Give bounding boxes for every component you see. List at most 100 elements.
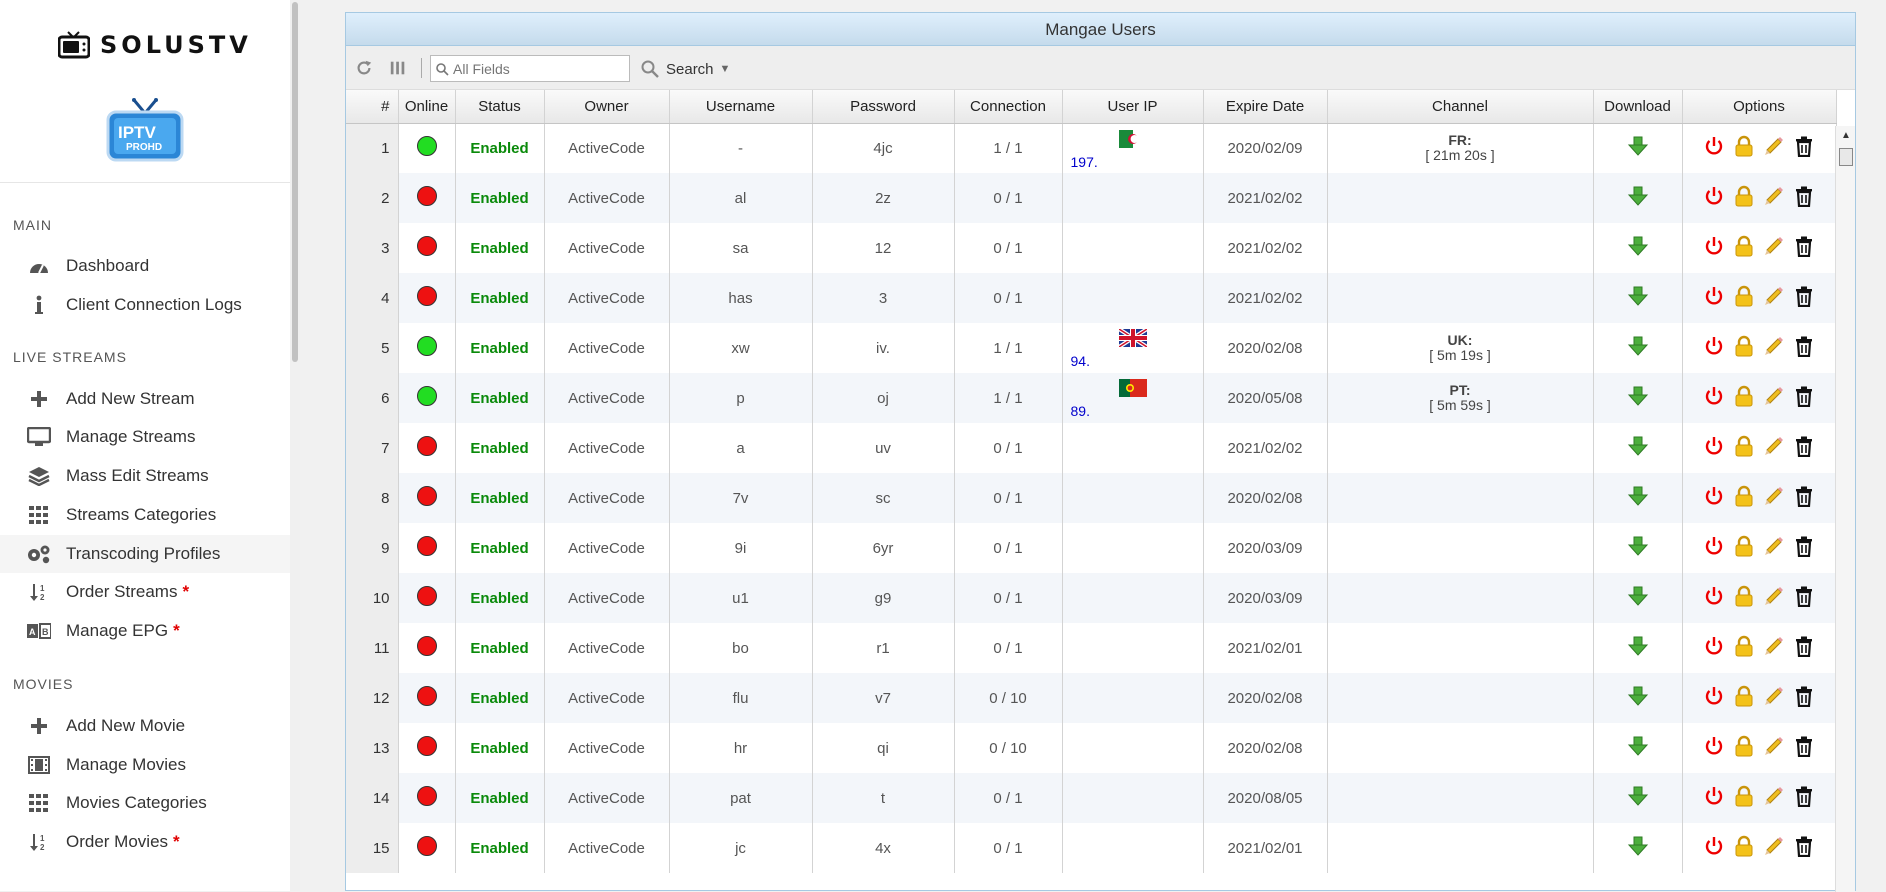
refresh-icon[interactable] [354,59,374,77]
sidebar-item-streams-categories[interactable]: Streams Categories [0,496,300,534]
pencil-icon[interactable] [1763,185,1785,211]
download-icon[interactable] [1627,486,1649,510]
table-row[interactable]: 3 Enabled ActiveCode sa 12 0 / 1 2021/02/02 [346,223,1837,273]
trash-icon[interactable] [1793,135,1815,161]
pencil-icon[interactable] [1763,735,1785,761]
search-input[interactable] [453,60,623,77]
table-row[interactable]: 13 Enabled ActiveCode hr qi 0 / 10 2020/02/08 [346,723,1837,773]
trash-icon[interactable] [1793,435,1815,461]
pencil-icon[interactable] [1763,285,1785,311]
power-icon[interactable] [1703,835,1725,861]
power-icon[interactable] [1703,385,1725,411]
column-header-username[interactable]: Username [669,90,813,124]
lock-icon[interactable] [1733,685,1755,711]
trash-icon[interactable] [1793,785,1815,811]
lock-icon[interactable] [1733,835,1755,861]
pencil-icon[interactable] [1763,535,1785,561]
pencil-icon[interactable] [1763,585,1785,611]
table-row[interactable]: 1 Enabled ActiveCode - 4jc 1 / 1 197. 2020/02/0… [346,123,1837,173]
power-icon[interactable] [1703,635,1725,661]
trash-icon[interactable] [1793,485,1815,511]
pencil-icon[interactable] [1763,235,1785,261]
sidebar-item-client-connection-logs[interactable]: Client Connection Logs [0,286,300,324]
user-ip-link[interactable]: 197. [1071,154,1098,170]
power-icon[interactable] [1703,535,1725,561]
sidebar-item-transcoding-profiles[interactable]: Transcoding Profiles [0,535,300,573]
pencil-icon[interactable] [1763,785,1785,811]
user-ip-link[interactable]: 89. [1071,403,1090,419]
trash-icon[interactable] [1793,335,1815,361]
trash-icon[interactable] [1793,635,1815,661]
power-icon[interactable] [1703,785,1725,811]
lock-icon[interactable] [1733,335,1755,361]
column-header-user-ip[interactable]: User IP [1062,90,1204,124]
download-icon[interactable] [1627,836,1649,860]
column-header-connection[interactable]: Connection [954,90,1063,124]
sidebar-item-add-new-stream[interactable]: Add New Stream [0,380,300,418]
sidebar-item-order-streams[interactable]: 1 2 Order Streams * [0,573,300,611]
table-row[interactable]: 4 Enabled ActiveCode has 3 0 / 1 2021/02/02 [346,273,1837,323]
download-icon[interactable] [1627,186,1649,210]
table-row[interactable]: 9 Enabled ActiveCode 9i 6yr 0 / 1 2020/03/09 [346,523,1837,573]
power-icon[interactable] [1703,435,1725,461]
power-icon[interactable] [1703,585,1725,611]
sidebar-item-dashboard[interactable]: Dashboard [0,247,300,285]
column-header-online[interactable]: Online [398,90,456,124]
brand[interactable]: SOLUSTV [58,28,252,62]
scroll-up-icon[interactable]: ▲ [1841,130,1851,141]
power-icon[interactable] [1703,735,1725,761]
table-row[interactable]: 10 Enabled ActiveCode u1 g9 0 / 1 2020/03/09 [346,573,1837,623]
pencil-icon[interactable] [1763,435,1785,461]
table-row[interactable]: 5 Enabled ActiveCode xw iv. 1 / 1 94. 2020/02/0… [346,323,1837,373]
sidebar-scrollbar[interactable] [290,0,300,891]
pencil-icon[interactable] [1763,685,1785,711]
download-icon[interactable] [1627,786,1649,810]
sidebar-item-add-new-movie[interactable]: Add New Movie [0,707,300,745]
lock-icon[interactable] [1733,735,1755,761]
table-scrollbar[interactable]: ▲ [1835,126,1855,892]
table-row[interactable]: 14 Enabled ActiveCode pat t 0 / 1 2020/08/05 [346,773,1837,823]
sidebar-item-manage-streams[interactable]: Manage Streams [0,418,300,456]
lock-icon[interactable] [1733,535,1755,561]
column-header-number[interactable]: # [346,90,399,124]
search-button[interactable]: Search ▼ [640,58,730,80]
lock-icon[interactable] [1733,435,1755,461]
trash-icon[interactable] [1793,685,1815,711]
pencil-icon[interactable] [1763,135,1785,161]
lock-icon[interactable] [1733,485,1755,511]
pencil-icon[interactable] [1763,485,1785,511]
power-icon[interactable] [1703,185,1725,211]
table-row[interactable]: 6 Enabled ActiveCode p oj 1 / 1 89. 2020/05/08 P… [346,373,1837,423]
download-icon[interactable] [1627,136,1649,160]
table-row[interactable]: 2 Enabled ActiveCode al 2z 0 / 1 2021/02/02 [346,173,1837,223]
trash-icon[interactable] [1793,385,1815,411]
user-ip-link[interactable]: 94. [1071,353,1090,369]
download-icon[interactable] [1627,536,1649,560]
table-row[interactable]: 11 Enabled ActiveCode bo r1 0 / 1 2021/02/01 [346,623,1837,673]
pencil-icon[interactable] [1763,385,1785,411]
column-header-status[interactable]: Status [455,90,545,124]
power-icon[interactable] [1703,685,1725,711]
table-row[interactable]: 7 Enabled ActiveCode a uv 0 / 1 2021/02/02 [346,423,1837,473]
sidebar-item-movies-categories[interactable]: Movies Categories [0,784,300,822]
sidebar-scrollbar-thumb[interactable] [292,2,298,362]
pencil-icon[interactable] [1763,835,1785,861]
column-header-password[interactable]: Password [812,90,955,124]
sidebar-item-manage-movies[interactable]: Manage Movies [0,746,300,784]
power-icon[interactable] [1703,235,1725,261]
download-icon[interactable] [1627,336,1649,360]
pencil-icon[interactable] [1763,335,1785,361]
pencil-icon[interactable] [1763,635,1785,661]
lock-icon[interactable] [1733,385,1755,411]
search-box[interactable] [430,55,630,82]
table-row[interactable]: 12 Enabled ActiveCode flu v7 0 / 10 2020/02/08 [346,673,1837,723]
lock-icon[interactable] [1733,185,1755,211]
column-header-download[interactable]: Download [1593,90,1683,124]
download-icon[interactable] [1627,436,1649,460]
column-header-channel[interactable]: Channel [1327,90,1594,124]
table-row[interactable]: 8 Enabled ActiveCode 7v sc 0 / 1 2020/02/08 [346,473,1837,523]
lock-icon[interactable] [1733,785,1755,811]
sidebar-item-order-movies[interactable]: 1 2 Order Movies * [0,823,300,861]
columns-icon[interactable] [388,59,408,77]
download-icon[interactable] [1627,386,1649,410]
